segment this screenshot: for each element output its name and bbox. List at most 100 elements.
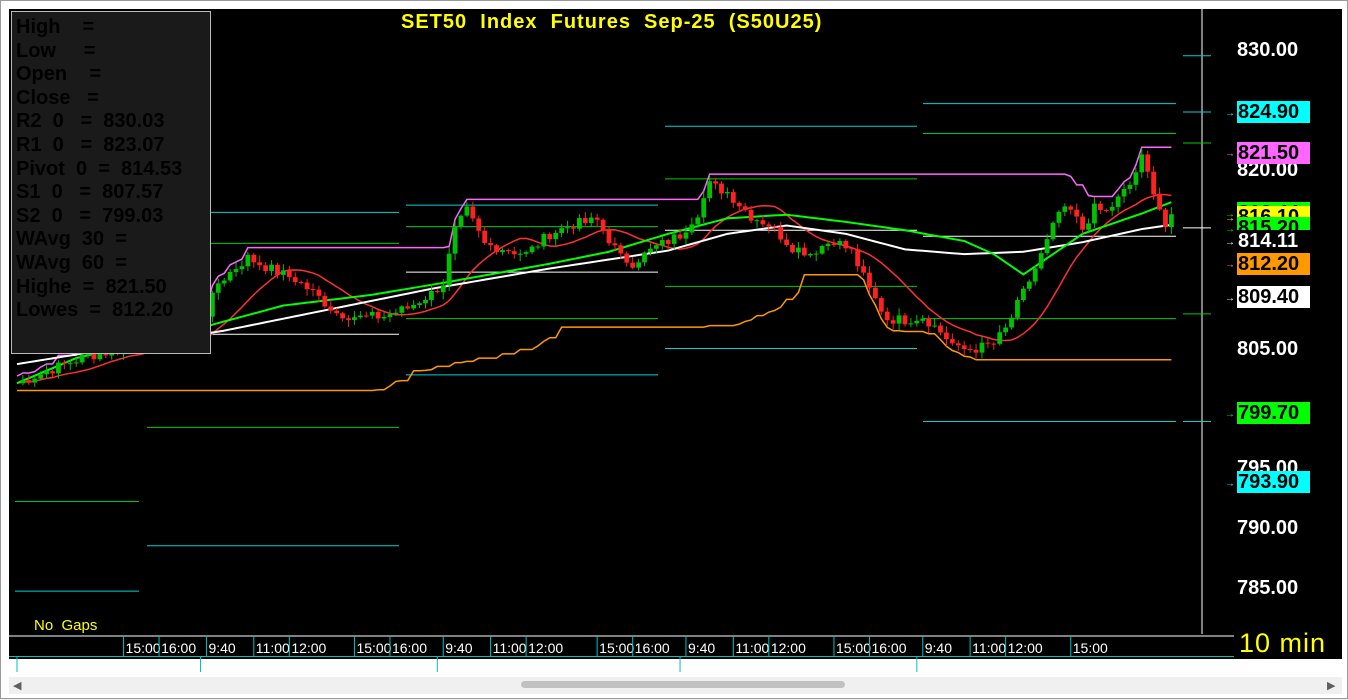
price-marker: 799.70 [1237, 402, 1310, 425]
candle-body [458, 215, 464, 227]
candle-body [500, 250, 505, 253]
info-high: High = [16, 16, 95, 38]
candle-body [713, 181, 718, 184]
info-r2: R2 0 = 830.03 [16, 110, 165, 133]
x-tick-label: 16:00 [392, 640, 427, 656]
candle-body [298, 282, 304, 284]
candle-body [600, 219, 606, 231]
candle-body [79, 354, 85, 363]
candle-body [227, 271, 233, 281]
candle-body [725, 192, 730, 194]
info-close: Close = [16, 86, 99, 109]
candle-body [813, 253, 819, 255]
candle-body [292, 277, 298, 283]
x-tick-label: 9:40 [688, 640, 715, 656]
candle-body [1050, 222, 1056, 240]
candle-body [553, 232, 559, 240]
candle-body [322, 295, 328, 307]
candle-body [375, 311, 381, 319]
candle-body [215, 283, 221, 293]
candle-body [417, 303, 422, 305]
x-tick-label: 12:00 [1008, 640, 1043, 656]
candle-body [381, 316, 387, 319]
candle-body [873, 287, 878, 299]
candle-body [56, 362, 61, 374]
candle-body [286, 270, 292, 278]
candle-body [920, 318, 926, 321]
candle-body [778, 226, 784, 240]
candle-body [671, 234, 677, 244]
candle-body [914, 320, 920, 324]
candle-body [938, 325, 943, 333]
y-tick-label: 790.00 [1237, 517, 1299, 539]
scroll-right-icon[interactable]: ▶ [1327, 679, 1335, 692]
price-marker: 821.50 [1237, 141, 1310, 164]
candle-body [91, 354, 97, 360]
x-tick-label: 15:00 [836, 640, 871, 656]
marker-arrow: → [1225, 478, 1235, 489]
candle-body [849, 248, 855, 250]
candle-body [423, 300, 428, 304]
marker-arrow: → [1225, 409, 1235, 420]
candle-body [1080, 216, 1085, 230]
marker-arrow: → [1225, 237, 1235, 248]
candle-body [1044, 239, 1050, 254]
scroll-left-icon[interactable]: ◀ [13, 679, 21, 692]
info-s2: S2 0 = 799.03 [16, 204, 164, 227]
price-marker: 793.90 [1237, 471, 1310, 494]
x-tick-label: 15:00 [599, 640, 634, 656]
candle-body [464, 206, 470, 216]
marker-arrow: → [1225, 293, 1235, 304]
x-tick-label: 11:00 [972, 640, 1006, 656]
candle-body [825, 243, 831, 247]
candle-body [565, 227, 570, 229]
info-low: Low = [16, 39, 96, 62]
x-tick-label: 12:00 [528, 640, 563, 656]
x-tick-label: 11:00 [256, 640, 290, 656]
candle-body [1068, 206, 1074, 210]
candle-body [1009, 317, 1014, 328]
candle-body [523, 252, 529, 254]
candle-body [926, 318, 932, 327]
candle-body [1163, 209, 1168, 228]
candle-body [44, 371, 49, 375]
candle-body [251, 254, 257, 263]
candle-body [1169, 214, 1174, 228]
scroll-thumb[interactable] [521, 681, 845, 688]
candle-body [766, 224, 772, 227]
candle-body [505, 250, 511, 252]
candle-body [582, 218, 588, 223]
x-tick-label: 16:00 [635, 640, 670, 656]
candle-body [38, 374, 44, 379]
candle-body [736, 202, 742, 207]
candle-body [275, 264, 280, 275]
candle-body [393, 312, 399, 315]
candle-body [440, 285, 446, 293]
price-marker: 824.90 [1237, 100, 1310, 123]
candle-body [653, 245, 659, 249]
candle-body [304, 282, 310, 290]
candle-body [26, 380, 32, 383]
candle-body [269, 264, 274, 272]
candle-body [541, 234, 547, 247]
candle-body [861, 266, 866, 273]
candle-body [61, 362, 67, 364]
candle-body [642, 252, 647, 263]
candle-body [742, 206, 748, 211]
candle-body [932, 325, 937, 327]
y-tick-label: 805.00 [1237, 337, 1299, 360]
candle-body [50, 371, 55, 374]
marker-arrow: → [1225, 149, 1235, 160]
candle-body [1139, 154, 1145, 173]
candle-body [955, 343, 961, 346]
candle-body [855, 249, 861, 267]
candle-body [606, 230, 612, 244]
candle-body [748, 210, 754, 221]
chart-window: 15:00 16:00 9:40 11:00 12:00 15:00 16:00 9:40 11… [0, 0, 1348, 699]
candle-body [369, 311, 375, 316]
candle-body [831, 243, 837, 246]
candle-body [867, 272, 872, 288]
candle-body [357, 315, 363, 318]
candle-body [399, 306, 405, 313]
horizontal-scrollbar[interactable]: ◀ ▶ [9, 677, 1342, 694]
